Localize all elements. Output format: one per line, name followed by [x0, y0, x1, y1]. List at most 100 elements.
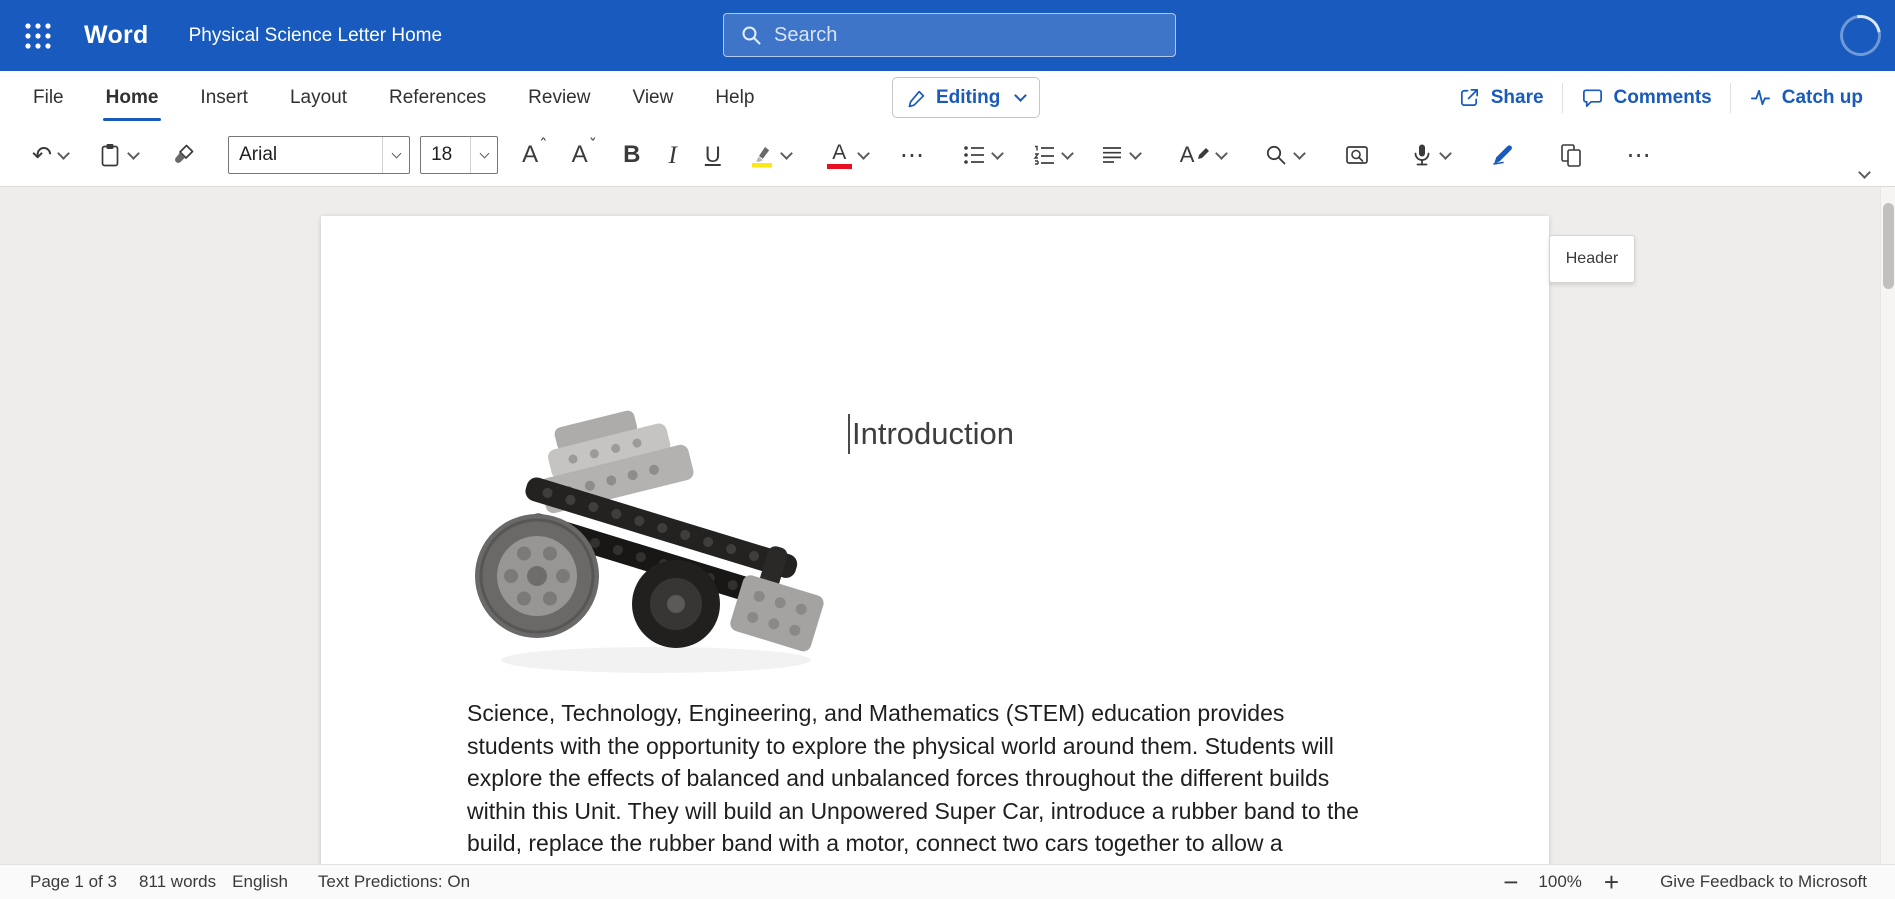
shrink-font-button[interactable]: A ˇ	[564, 133, 606, 177]
chevron-down-icon	[1440, 147, 1453, 160]
chevron-down-icon	[127, 147, 140, 160]
page-count[interactable]: Page 1 of 3	[30, 872, 117, 892]
pages-button[interactable]	[1550, 133, 1592, 177]
chevron-down-icon	[1015, 89, 1028, 102]
tab-help[interactable]: Help	[694, 71, 775, 124]
blue-pen-icon	[1490, 142, 1516, 168]
shrink-font-icon: A	[572, 143, 588, 167]
scrollbar-thumb[interactable]	[1883, 203, 1894, 289]
text-predictions-toggle[interactable]: Text Predictions: On	[318, 872, 470, 892]
document-page[interactable]: Introduction Science, Technology, Engine…	[321, 216, 1549, 864]
editor-pen-button[interactable]	[1482, 133, 1524, 177]
caret-down-mark: ˇ	[589, 136, 598, 156]
clipboard-icon	[98, 142, 122, 168]
styles-button[interactable]: A	[1172, 133, 1235, 177]
top-app-bar: Word Physical Science Letter Home	[0, 0, 1895, 71]
search-input[interactable]	[774, 24, 1159, 47]
font-color-icon: A	[827, 142, 852, 169]
share-icon	[1458, 86, 1481, 109]
robot-car-image[interactable]	[471, 408, 839, 686]
font-size-select[interactable]: 18	[420, 136, 498, 174]
waffle-icon	[24, 22, 52, 50]
header-button[interactable]: Header	[1549, 235, 1635, 283]
tab-insert[interactable]: Insert	[179, 71, 269, 124]
numbered-list-button[interactable]	[1024, 133, 1080, 177]
dictate-button[interactable]	[1402, 133, 1458, 177]
status-right: − 100% + Give Feedback to Microsoft	[1499, 869, 1867, 895]
app-name: Word	[84, 21, 149, 50]
grow-font-icon: A	[522, 143, 538, 167]
search-box[interactable]	[723, 13, 1176, 57]
format-painter-icon	[172, 143, 196, 167]
zoom-level[interactable]: 100%	[1538, 872, 1581, 892]
pencil-icon	[907, 88, 927, 108]
grow-font-button[interactable]: A ˆ	[514, 133, 556, 177]
feedback-link[interactable]: Give Feedback to Microsoft	[1660, 872, 1867, 892]
chevron-down-icon	[857, 147, 870, 160]
bullet-list-button[interactable]	[954, 133, 1010, 177]
editing-mode-button[interactable]: Editing	[892, 77, 1040, 118]
tab-references[interactable]: References	[368, 71, 507, 124]
caret-up-mark: ˆ	[539, 136, 548, 156]
paragraph-line[interactable]: within this Unit. They will build an Unp…	[467, 795, 1359, 828]
bullet-list-icon	[962, 143, 986, 167]
document-heading[interactable]: Introduction	[848, 414, 1014, 454]
preview-button[interactable]	[1336, 133, 1378, 177]
font-color-bar	[827, 164, 852, 169]
chevron-down-icon	[1129, 147, 1142, 160]
bold-button[interactable]: B	[615, 133, 648, 177]
document-paragraph[interactable]: Science, Technology, Engineering, and Ma…	[467, 697, 1359, 860]
document-canvas: Introduction Science, Technology, Engine…	[0, 187, 1895, 864]
ellipsis-icon: ⋯	[900, 143, 924, 167]
paragraph-line[interactable]: Science, Technology, Engineering, and Ma…	[467, 697, 1359, 730]
paragraph-line[interactable]: explore the effects of balanced and unba…	[467, 762, 1359, 795]
paste-button[interactable]	[90, 133, 146, 177]
catch-up-label: Catch up	[1782, 87, 1863, 109]
font-name-select[interactable]: Arial	[228, 136, 410, 174]
document-title[interactable]: Physical Science Letter Home	[189, 25, 442, 47]
italic-button[interactable]: I	[660, 133, 684, 177]
underline-icon: U	[705, 144, 721, 166]
align-text-icon	[1100, 143, 1124, 167]
tab-home[interactable]: Home	[85, 71, 180, 124]
heading-text: Introduction	[852, 416, 1014, 452]
styles-letter: A	[1180, 144, 1195, 166]
language-indicator[interactable]: English	[232, 872, 288, 892]
format-painter-button[interactable]	[164, 133, 204, 177]
undo-button[interactable]: ↶	[24, 133, 76, 177]
comments-button[interactable]: Comments	[1563, 77, 1730, 119]
chevron-down-icon	[1061, 147, 1074, 160]
zoom-out-button[interactable]: −	[1499, 869, 1522, 895]
share-button[interactable]: Share	[1440, 77, 1562, 119]
app-launcher-button[interactable]	[18, 16, 58, 56]
microphone-icon	[1410, 142, 1434, 168]
font-name-value: Arial	[229, 144, 382, 166]
alignment-button[interactable]	[1092, 133, 1148, 177]
vertical-scrollbar[interactable]	[1880, 187, 1895, 864]
text-cursor	[848, 414, 850, 454]
status-bar: Page 1 of 3 811 words English Text Predi…	[0, 864, 1895, 899]
word-count[interactable]: 811 words	[139, 872, 216, 892]
more-toolbar-options-button[interactable]: ⋯	[1618, 133, 1658, 177]
tab-view[interactable]: View	[611, 71, 694, 124]
find-button[interactable]	[1256, 133, 1312, 177]
ribbon-tabs-row: File Home Insert Layout References Revie…	[0, 71, 1895, 124]
activity-pulse-icon	[1749, 86, 1772, 109]
tab-review[interactable]: Review	[507, 71, 611, 124]
font-color-button[interactable]: A	[819, 133, 876, 177]
more-font-options-button[interactable]: ⋯	[892, 133, 932, 177]
chevron-down-icon	[991, 147, 1004, 160]
tab-layout[interactable]: Layout	[269, 71, 368, 124]
styles-pen-icon	[1196, 147, 1210, 163]
tab-file[interactable]: File	[12, 71, 85, 124]
highlight-color-button[interactable]	[741, 133, 799, 177]
highlighter-icon	[749, 143, 775, 168]
paragraph-line[interactable]: build, replace the rubber band with a mo…	[467, 827, 1359, 860]
catch-up-button[interactable]: Catch up	[1731, 77, 1881, 119]
zoom-in-button[interactable]: +	[1600, 869, 1623, 895]
paragraph-line[interactable]: students with the opportunity to explore…	[467, 730, 1359, 763]
underline-button[interactable]: U	[697, 133, 729, 177]
account-avatar[interactable]	[1832, 7, 1889, 64]
share-label: Share	[1491, 87, 1544, 109]
magnifier-icon	[1264, 143, 1288, 167]
